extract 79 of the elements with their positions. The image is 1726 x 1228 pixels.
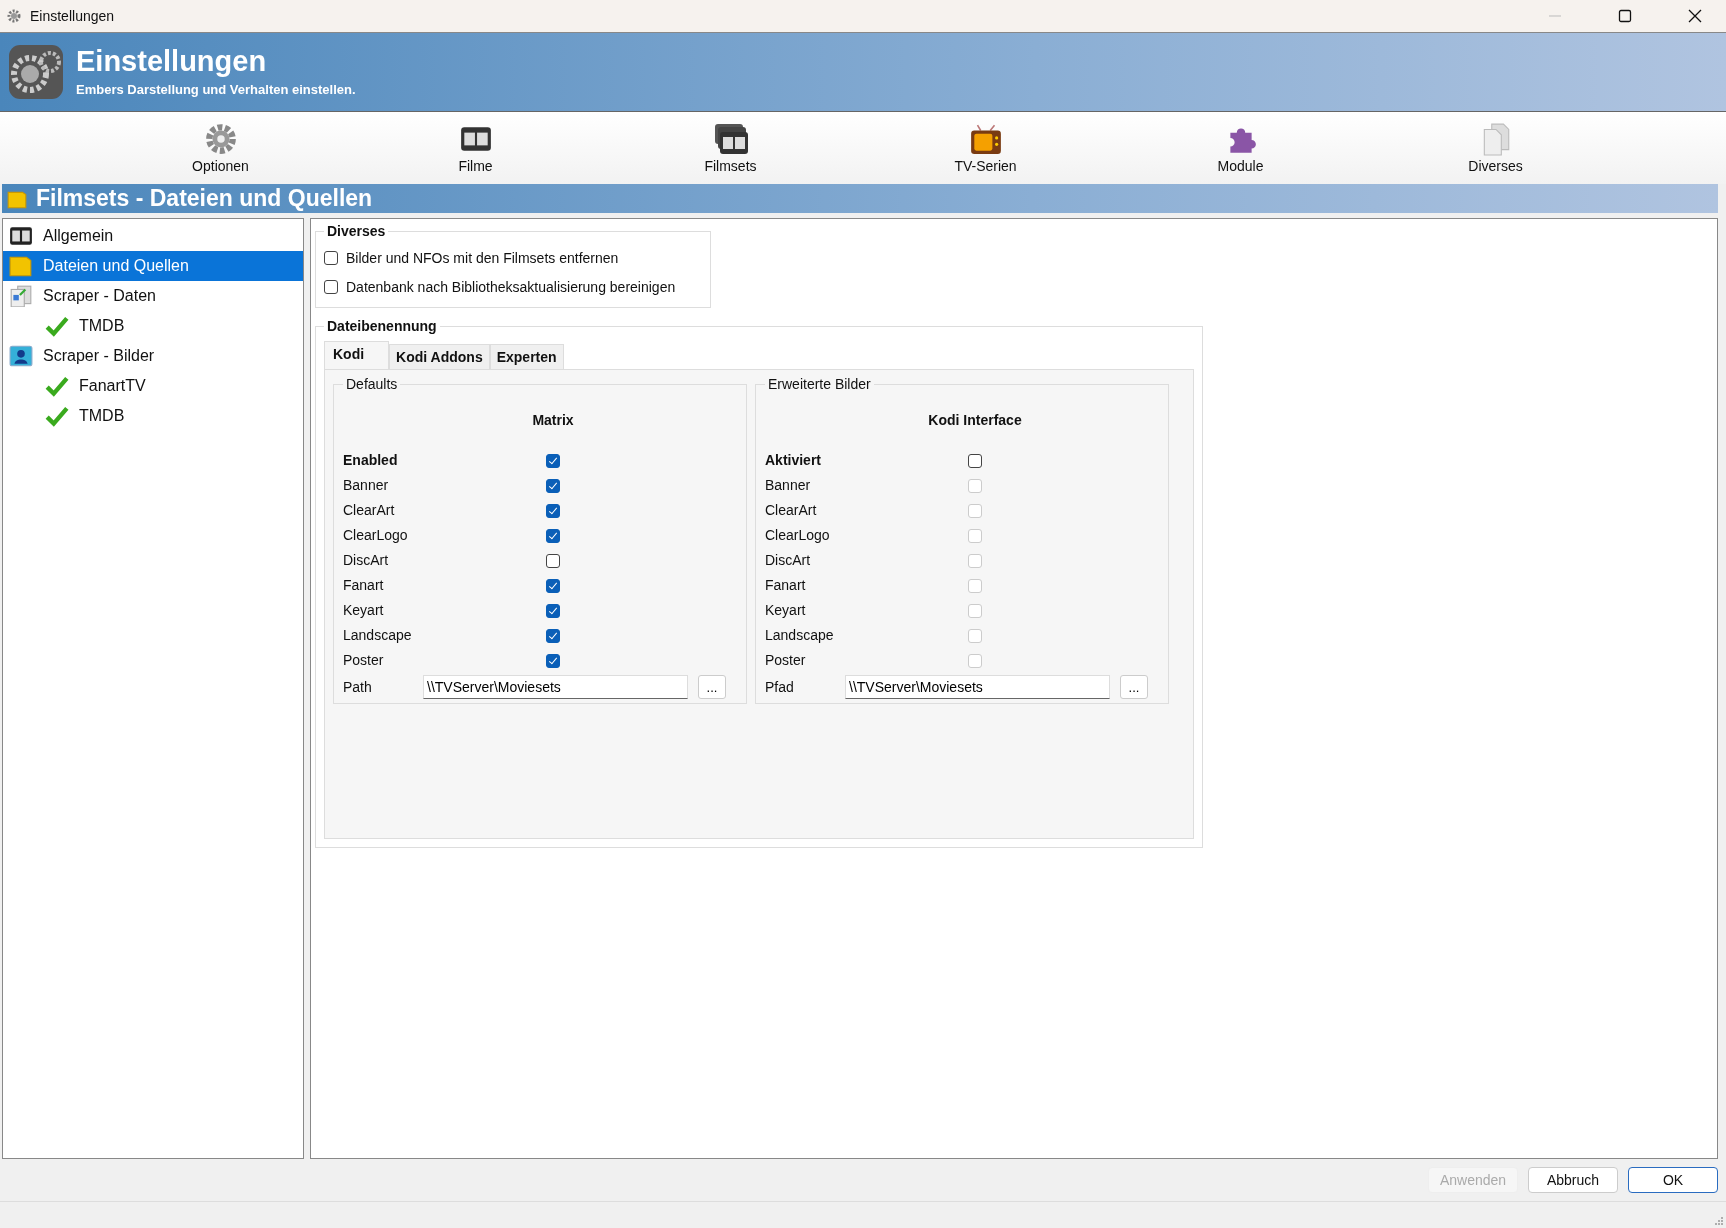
browse-button[interactable]: ...: [698, 675, 726, 699]
row-label: Banner: [765, 476, 812, 495]
film-icon: [9, 225, 33, 247]
row-label: ClearArt: [765, 501, 818, 520]
checkbox-label: Bilder und NFOs mit den Filmsets entfernen: [346, 249, 619, 266]
tab[interactable]: Kodi: [324, 341, 390, 369]
resize-grip-icon[interactable]: [1714, 1216, 1724, 1226]
row-label: ClearLogo: [765, 526, 831, 545]
window-title: Einstellungen: [30, 8, 115, 24]
tab[interactable]: Experten: [489, 344, 564, 369]
group-title: Dateibenennung: [326, 318, 438, 334]
row-label: ClearArt: [343, 501, 396, 520]
checkbox[interactable]: [546, 528, 560, 543]
checkbox[interactable]: [546, 478, 560, 493]
row-label: Aktiviert: [765, 451, 823, 470]
group-title: Erweiterte Bilder: [767, 376, 872, 392]
toolbar-button[interactable]: Diverses: [1368, 112, 1623, 184]
checkbox[interactable]: [546, 503, 560, 518]
row-label: Keyart: [765, 601, 807, 620]
person-image-icon: [9, 345, 33, 367]
close-icon[interactable]: [1688, 9, 1702, 23]
row-label: Landscape: [343, 626, 413, 645]
row-label: Keyart: [343, 601, 385, 620]
sidebar-item[interactable]: Scraper - Daten: [3, 281, 303, 311]
checkbox[interactable]: [546, 553, 560, 568]
row-label: Banner: [343, 476, 390, 495]
toolbar-button[interactable]: Filmsets: [603, 112, 858, 184]
checkbox[interactable]: [546, 453, 560, 468]
sidebar-item[interactable]: TMDB: [3, 401, 303, 431]
section-title: Filmsets - Dateien und Quellen: [36, 185, 373, 212]
header-subtitle: Embers Darstellung und Verhalten einstellen.: [76, 82, 356, 97]
row-label: Enabled: [343, 451, 399, 470]
row-label: DiscArt: [765, 551, 812, 570]
checkmark-icon: [45, 375, 69, 397]
checkmark-icon: [45, 405, 69, 427]
dialog-button[interactable]: OK: [1628, 1167, 1718, 1193]
row-label: Landscape: [765, 626, 835, 645]
column-heading: Kodi Interface: [928, 412, 1022, 430]
sidebar-item[interactable]: TMDB: [3, 311, 303, 341]
maximize-icon[interactable]: [1618, 9, 1632, 23]
checkbox[interactable]: [546, 653, 560, 668]
sidebar-item[interactable]: Allgemein: [3, 221, 303, 251]
row-label: Poster: [765, 651, 807, 670]
row-label: Fanart: [765, 576, 807, 595]
gear-icon: [6, 8, 22, 24]
row-label: Poster: [343, 651, 385, 670]
row-label: Fanart: [343, 576, 385, 595]
checkbox[interactable]: [968, 453, 982, 468]
checkbox[interactable]: [324, 279, 338, 294]
column-heading: Matrix: [532, 412, 574, 430]
group-title: Defaults: [345, 376, 399, 392]
film-stack-icon: [712, 122, 749, 156]
documents-icon: [9, 285, 33, 307]
path-field[interactable]: \\TVServer\Moviesets: [423, 675, 688, 699]
tab[interactable]: Kodi Addons: [389, 344, 490, 369]
sidebar-item[interactable]: Scraper - Bilder: [3, 341, 303, 371]
path-label: Path: [343, 679, 373, 695]
checkmark-icon: [45, 315, 69, 337]
sidebar-item[interactable]: FanartTV: [3, 371, 303, 401]
toolbar-button[interactable]: Optionen: [93, 112, 348, 184]
checkbox[interactable]: [324, 250, 338, 265]
toolbar-button[interactable]: TV-Serien: [858, 112, 1113, 184]
checkbox[interactable]: [546, 603, 560, 618]
dialog-button[interactable]: Abbruch: [1528, 1167, 1618, 1193]
path-field[interactable]: \\TVServer\Moviesets: [845, 675, 1110, 699]
checkbox-label: Datenbank nach Bibliotheksaktualisierung bereinigen: [346, 278, 676, 295]
toolbar-button[interactable]: Filme: [348, 112, 603, 184]
checkbox[interactable]: [546, 628, 560, 643]
path-label: Pfad: [765, 679, 795, 695]
group-title: Diverses: [326, 223, 387, 239]
gears-icon: [8, 44, 64, 100]
checkbox[interactable]: [546, 578, 560, 593]
browse-button[interactable]: ...: [1120, 675, 1148, 699]
folder-icon: [9, 255, 33, 277]
row-label: ClearLogo: [343, 526, 409, 545]
row-label: DiscArt: [343, 551, 390, 570]
header-title: Einstellungen: [76, 47, 268, 76]
sidebar-item[interactable]: Dateien und Quellen: [3, 251, 303, 281]
toolbar-button[interactable]: Module: [1113, 112, 1368, 184]
